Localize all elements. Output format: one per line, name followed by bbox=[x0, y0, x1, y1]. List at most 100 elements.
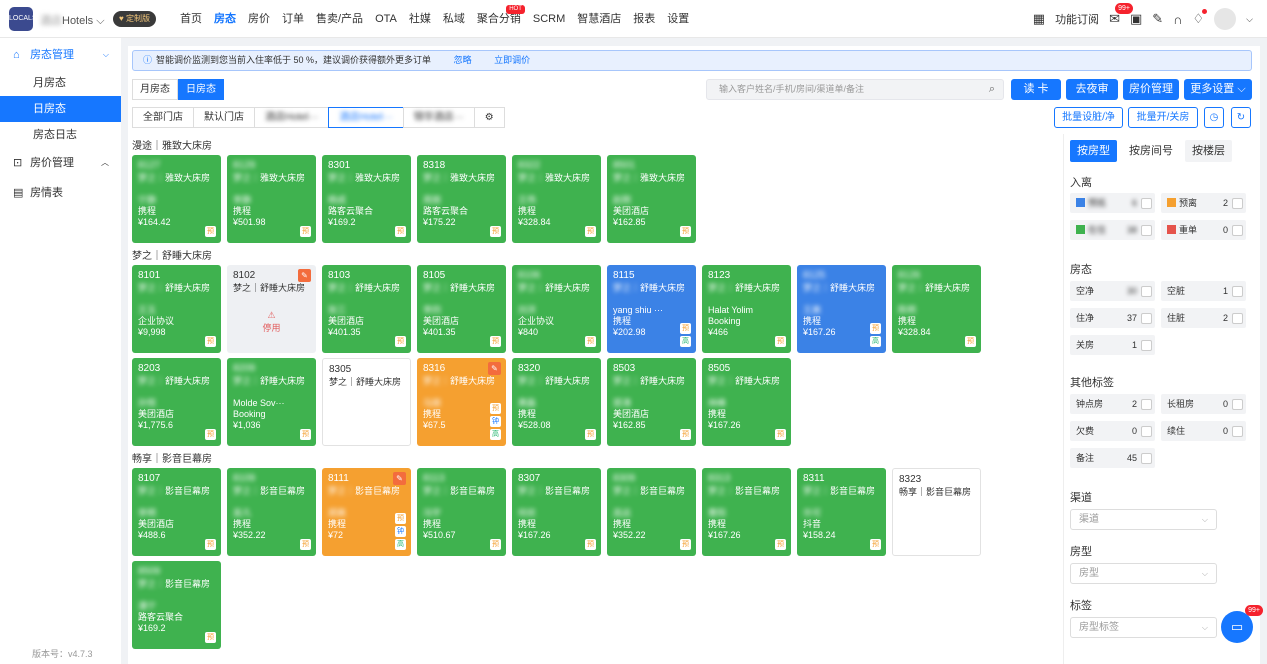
price-management-button[interactable]: 房价管理 bbox=[1123, 79, 1179, 100]
room-card[interactable]: 8102 梦之｜舒睡大床房 ⚠ 停用 ✎ bbox=[227, 265, 316, 353]
room-card[interactable]: 8126 梦之｜舒睡大床房 陈明 携程 ¥328.84 预 bbox=[892, 265, 981, 353]
filter-chip[interactable]: 空净 30 bbox=[1070, 281, 1155, 301]
room-card[interactable]: 8111 梦之｜影音巨幕房 郑爽 携程 ¥72 预钟高 ✎ bbox=[322, 468, 411, 556]
sidebar-item-daily[interactable]: 日房态 bbox=[0, 96, 121, 122]
tab-by-room-number[interactable]: 按房间号 bbox=[1122, 140, 1180, 162]
nav-item-11[interactable]: 报表 bbox=[627, 0, 661, 38]
filter-chip[interactable]: 钟点房 2 bbox=[1070, 394, 1155, 414]
adjust-price-link[interactable]: 立即调价 bbox=[494, 55, 530, 65]
room-card[interactable]: 8309 梦之｜影音巨幕房 高远 携程 ¥352.22 预 bbox=[607, 468, 696, 556]
chat-support-button[interactable]: ▭ 99+ bbox=[1221, 605, 1263, 643]
store-tab-3[interactable]: 酒店Hotel··· bbox=[254, 107, 330, 128]
cleaning-brush-icon[interactable]: ✎ bbox=[393, 472, 406, 485]
refresh-icon[interactable]: ↻ bbox=[1231, 107, 1251, 128]
nav-item-7[interactable]: 私域 bbox=[437, 0, 471, 38]
filter-chip[interactable]: 住净 37 bbox=[1070, 308, 1155, 328]
sidebar-group-price[interactable]: ⊡ 房价管理 ︿ bbox=[0, 148, 121, 178]
room-card[interactable]: 8115 梦之｜舒睡大床房 yang shiu ··· 携程 ¥202.98 预高 bbox=[607, 265, 696, 353]
calendar-icon[interactable]: ▣ bbox=[1130, 11, 1142, 27]
history-icon[interactable]: ◷ bbox=[1204, 107, 1224, 128]
checkbox[interactable] bbox=[1141, 225, 1152, 236]
night-audit-button[interactable]: 去夜审 bbox=[1066, 79, 1118, 100]
room-card[interactable]: 8509 梦之｜影音巨幕房 潘宁 路客云聚合 ¥169.2 预 bbox=[132, 561, 221, 649]
checkbox[interactable] bbox=[1141, 286, 1152, 297]
room-type-select[interactable]: 房型 ⌵ bbox=[1070, 563, 1217, 584]
room-card[interactable]: 8301 梦之｜雅致大床房 杨成 路客云聚合 ¥169.2 预 bbox=[322, 155, 411, 243]
checkbox[interactable] bbox=[1141, 198, 1152, 209]
checkbox[interactable] bbox=[1141, 313, 1152, 324]
headset-icon[interactable]: ∩ bbox=[1173, 12, 1182, 27]
room-card[interactable]: 8209 梦之｜舒睡大床房 Molde Sov··· Booking ¥1,036 预 bbox=[227, 358, 316, 446]
chevron-down-icon[interactable]: ⌵ bbox=[1246, 14, 1253, 25]
room-card[interactable]: 8125 梦之｜舒睡大床房 王美 携程 ¥167.26 预高 bbox=[797, 265, 886, 353]
checkbox[interactable] bbox=[1141, 426, 1152, 437]
filter-chip[interactable]: 预抵 6 bbox=[1070, 193, 1155, 213]
bell-icon[interactable]: ♢ bbox=[1193, 9, 1208, 27]
room-card[interactable]: 8101 梦之｜舒睡大床房 王玉 企业协议 ¥9,998 预 bbox=[132, 265, 221, 353]
room-card[interactable]: 8107 梦之｜影音巨幕房 李明 美团酒店 ¥488.6 预 bbox=[132, 468, 221, 556]
nav-item-0[interactable]: 首页 bbox=[174, 0, 208, 38]
nav-item-9[interactable]: SCRM bbox=[527, 0, 571, 38]
cleaning-brush-icon[interactable]: ✎ bbox=[298, 269, 311, 282]
more-settings-button[interactable]: 更多设置 ⌵ bbox=[1184, 79, 1252, 100]
room-card[interactable]: 8503 梦之｜舒睡大床房 郭涛 美团酒店 ¥162.85 预 bbox=[607, 358, 696, 446]
nav-item-8[interactable]: 聚合分销 HOT bbox=[471, 0, 527, 38]
room-card[interactable]: 8105 梦之｜舒睡大床房 李四 美团酒店 ¥401.35 预 bbox=[417, 265, 506, 353]
room-card[interactable]: 8320 梦之｜舒睡大床房 黄磊 携程 ¥528.08 预 bbox=[512, 358, 601, 446]
channel-select[interactable]: 渠道 ⌵ bbox=[1070, 509, 1217, 530]
batch-clean-button[interactable]: 批量设脏/净 bbox=[1054, 107, 1123, 128]
app-logo[interactable]: LOCALS bbox=[9, 7, 37, 31]
search-icon[interactable]: ⌕ bbox=[989, 80, 995, 99]
checkbox[interactable] bbox=[1232, 225, 1243, 236]
tab-daily[interactable]: 日房态 bbox=[178, 79, 224, 100]
filter-chip[interactable]: 备注 45 bbox=[1070, 448, 1155, 468]
edit-icon[interactable]: ✎ bbox=[1152, 11, 1163, 27]
checkbox[interactable] bbox=[1232, 313, 1243, 324]
filter-chip[interactable]: 欠费 0 bbox=[1070, 421, 1155, 441]
filter-chip[interactable]: 关房 1 bbox=[1070, 335, 1155, 355]
checkbox[interactable] bbox=[1232, 198, 1243, 209]
batch-open-close-button[interactable]: 批量开/关房 bbox=[1128, 107, 1198, 128]
filter-chip[interactable]: 住脏 2 bbox=[1161, 308, 1246, 328]
grid-icon[interactable]: ▦ bbox=[1033, 11, 1045, 27]
tag-select[interactable]: 房型标签 ⌵ bbox=[1070, 617, 1217, 638]
read-card-button[interactable]: 读 卡 bbox=[1011, 79, 1061, 100]
tab-by-floor[interactable]: 按楼层 bbox=[1185, 140, 1232, 162]
search-input[interactable]: 输入客户姓名/手机/房间/渠道单/备注 ⌕ bbox=[706, 79, 1004, 100]
avatar[interactable] bbox=[1214, 8, 1237, 30]
checkbox[interactable] bbox=[1232, 426, 1243, 437]
room-card[interactable]: 8127 梦之｜雅致大床房 宁静 携程 ¥164.42 预 bbox=[132, 155, 221, 243]
store-tab-5[interactable]: 锦华酒店··· bbox=[402, 107, 475, 128]
sidebar-item-monthly[interactable]: 月房态 bbox=[0, 70, 121, 96]
subscribe-link[interactable]: 功能订阅 bbox=[1055, 11, 1099, 27]
store-tab-all[interactable]: 全部门店 bbox=[132, 107, 194, 128]
room-card[interactable]: 8318 梦之｜雅致大床房 周丽 路客云聚合 ¥175.22 预 bbox=[417, 155, 506, 243]
checkbox[interactable] bbox=[1141, 340, 1152, 351]
nav-item-1[interactable]: 房态 bbox=[208, 0, 242, 38]
room-card[interactable]: 8322 梦之｜雅致大床房 王伟 携程 ¥328.84 预 bbox=[512, 155, 601, 243]
room-card[interactable]: 8305 梦之｜舒睡大床房 bbox=[322, 358, 411, 446]
store-settings-gear-icon[interactable]: ⚙ bbox=[473, 107, 505, 128]
nav-item-12[interactable]: 设置 bbox=[661, 0, 695, 38]
filter-chip[interactable]: 续住 0 bbox=[1161, 421, 1246, 441]
room-card[interactable]: 8109 梦之｜影音巨幕房 吴凡 携程 ¥352.22 预 bbox=[227, 468, 316, 556]
room-card[interactable]: 8501 梦之｜雅致大床房 赵刚 美团酒店 ¥162.85 预 bbox=[607, 155, 696, 243]
nav-item-6[interactable]: 社媒 bbox=[403, 0, 437, 38]
store-tab-default[interactable]: 默认门店 bbox=[193, 107, 255, 128]
filter-chip[interactable]: 长租房 0 bbox=[1161, 394, 1246, 414]
nav-item-4[interactable]: 售卖/产品 bbox=[310, 0, 369, 38]
nav-item-10[interactable]: 智慧酒店 bbox=[571, 0, 627, 38]
filter-chip[interactable]: 在住 38 bbox=[1070, 220, 1155, 240]
sidebar-item-log[interactable]: 房态日志 bbox=[0, 122, 121, 148]
room-card[interactable]: 8113 梦之｜影音巨幕房 冯宇 携程 ¥510.67 预 bbox=[417, 468, 506, 556]
hotel-switcher[interactable]: 酒店Hotels ⌵ bbox=[40, 12, 105, 28]
room-card[interactable]: 8505 梦之｜舒睡大床房 林峰 携程 ¥167.26 预 bbox=[702, 358, 791, 446]
checkbox[interactable] bbox=[1141, 399, 1152, 410]
room-card[interactable]: 8106 梦之｜舒睡大床房 刘洋 企业协议 ¥840 预 bbox=[512, 265, 601, 353]
filter-chip[interactable]: 预离 2 bbox=[1161, 193, 1246, 213]
checkbox[interactable] bbox=[1141, 453, 1152, 464]
checkbox[interactable] bbox=[1232, 399, 1243, 410]
room-card[interactable]: 8123 梦之｜舒睡大床房 Halat Yolim Booking ¥466 预 bbox=[702, 265, 791, 353]
nav-item-5[interactable]: OTA bbox=[369, 0, 403, 38]
nav-item-3[interactable]: 订单 bbox=[276, 0, 310, 38]
